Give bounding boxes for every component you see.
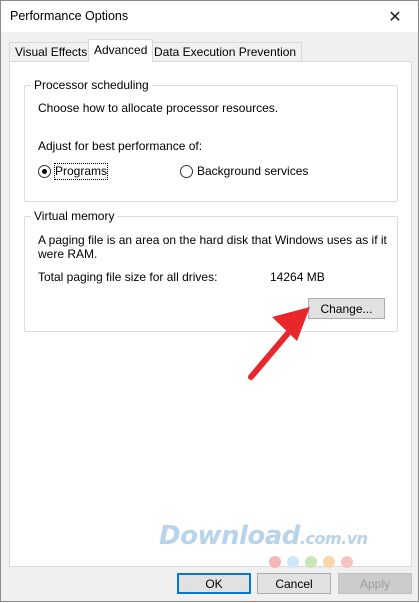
cancel-button[interactable]: Cancel	[257, 573, 331, 594]
ok-button-label: OK	[205, 577, 223, 591]
watermark-dot	[269, 556, 281, 568]
apply-button[interactable]: Apply	[338, 573, 412, 594]
red-arrow-annotation	[248, 307, 310, 380]
watermark-dot	[323, 556, 335, 568]
ok-button[interactable]: OK	[177, 573, 251, 594]
watermark-dot	[305, 556, 317, 568]
watermark-dots	[269, 556, 353, 568]
cancel-button-label: Cancel	[275, 577, 313, 591]
performance-options-dialog: Performance Options ✕ Visual Effects Adv…	[0, 0, 419, 602]
watermark-dot	[341, 556, 353, 568]
watermark-dot	[287, 556, 299, 568]
download-watermark: Download.com.vn	[159, 521, 368, 551]
watermark-suffix: .com.vn	[299, 529, 368, 548]
arrow-head	[272, 307, 310, 341]
watermark-text: Download	[159, 521, 300, 551]
apply-button-label: Apply	[359, 577, 391, 591]
tab-advanced[interactable]: Advanced	[88, 39, 154, 62]
